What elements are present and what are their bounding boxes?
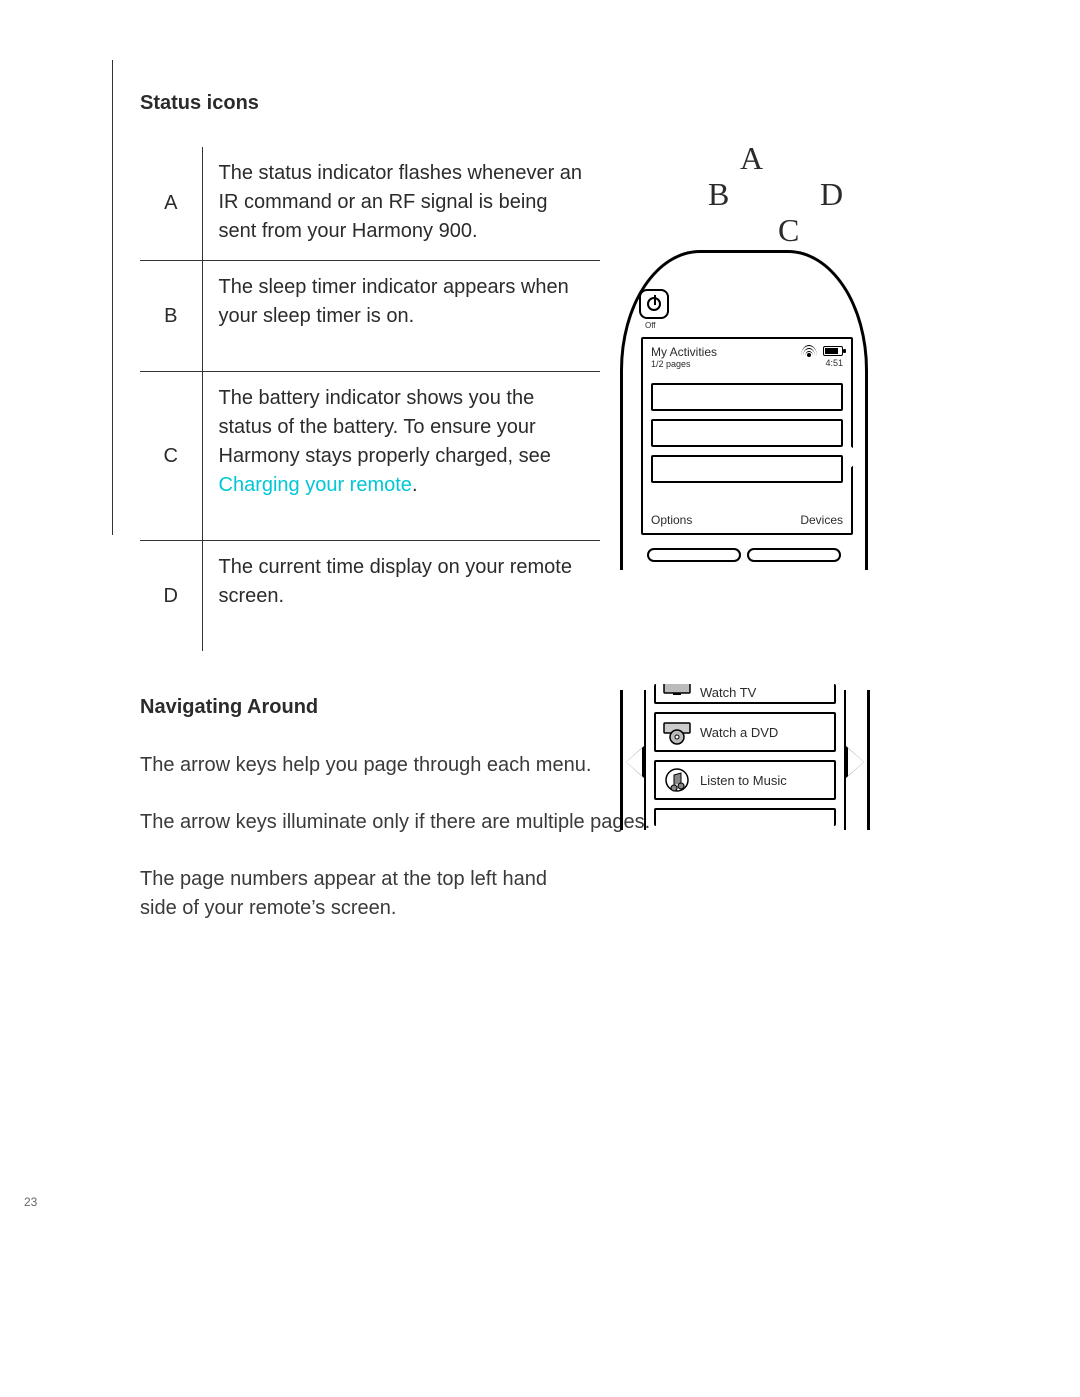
screen-empty-rows [651,383,843,483]
list-item[interactable] [651,455,843,483]
remote-screen: My Activities 1/2 pages 4:51 [641,337,853,535]
power-icon [647,297,661,311]
nav-para-3: The page numbers appear at the top left … [140,865,580,923]
status-key-C: C [140,372,202,541]
list-item[interactable] [651,383,843,411]
table-row: C The battery indicator shows you the st… [140,372,600,541]
callout-A: A [740,140,763,177]
remote-bottom-illustration: Watch TV Watch a DVD Listen to Music [620,690,870,830]
power-off-label: Off [645,321,656,330]
nav-arrow-left-icon[interactable] [626,748,642,776]
activity-watch-tv[interactable]: Watch TV [654,684,836,704]
status-desc-D: The current time display on your remote … [202,541,600,652]
battery-icon [823,346,843,356]
activity-listen-music[interactable]: Listen to Music [654,760,836,800]
status-desc-C-post: . [412,474,418,496]
music-icon [662,767,692,793]
callout-C: C [778,212,799,249]
callout-B: B [708,176,729,213]
remote-edge-left [620,690,623,830]
left-vertical-rule [112,60,113,535]
status-key-D: D [140,541,202,652]
status-desc-C-pre: The battery indicator shows you the stat… [219,387,551,467]
status-key-A: A [140,147,202,261]
screen-header: My Activities 1/2 pages 4:51 [643,339,851,369]
activity-label: Watch TV [700,685,756,700]
screen-title: My Activities [651,345,717,359]
list-item[interactable] [651,419,843,447]
activity-label: Watch a DVD [700,725,778,740]
heading-navigating: Navigating Around [140,696,1020,719]
activity-label: Listen to Music [700,773,787,788]
status-icons-table: A The status indicator flashes whenever … [140,147,600,651]
list-item[interactable] [654,808,836,826]
callout-D: D [820,176,843,213]
section-navigating: Navigating Around The arrow keys help yo… [140,696,1020,951]
callout-letters: A B C D [620,140,870,250]
status-desc-C: The battery indicator shows you the stat… [202,372,600,541]
nav-arrow-right-icon[interactable] [847,443,863,471]
screen-pages-indicator: 1/2 pages [651,359,717,369]
softkey-left-button[interactable] [647,548,741,562]
remote-edge-right [867,690,870,830]
section-status-icons: Status icons A The status indicator flas… [140,92,1020,651]
page-number: 23 [24,1195,37,1209]
tv-icon [662,684,692,700]
link-charging-remote[interactable]: Charging your remote [219,474,412,496]
activity-watch-dvd[interactable]: Watch a DVD [654,712,836,752]
table-row: A The status indicator flashes whenever … [140,147,600,261]
table-row: D The current time display on your remot… [140,541,600,652]
dvd-icon [662,719,692,745]
screen-footer: Options Devices [651,513,843,527]
footer-options-label[interactable]: Options [651,513,692,527]
power-button[interactable] [639,289,669,319]
table-row: B The sleep timer indicator appears when… [140,261,600,372]
heading-status-icons: Status icons [140,92,1020,115]
nav-arrow-right-icon[interactable] [848,748,864,776]
status-key-B: B [140,261,202,372]
footer-devices-label[interactable]: Devices [800,513,843,527]
signal-icon [801,345,817,356]
remote-top-illustration: A B C D Off My Activities 1/2 pages [620,140,870,570]
nav-arrow-left-icon[interactable] [625,443,641,471]
status-desc-A: The status indicator flashes whenever an… [202,147,600,261]
remote-body-outline: Off My Activities 1/2 pages 4:51 [620,250,868,570]
screen-time: 4:51 [825,358,843,368]
nav-para-2: The arrow keys illuminate only if there … [140,808,1020,837]
status-desc-B: The sleep timer indicator appears when y… [202,261,600,372]
softkey-right-button[interactable] [747,548,841,562]
nav-para-1: The arrow keys help you page through eac… [140,751,1020,780]
activity-rows: Watch TV Watch a DVD Listen to Music [654,690,836,826]
